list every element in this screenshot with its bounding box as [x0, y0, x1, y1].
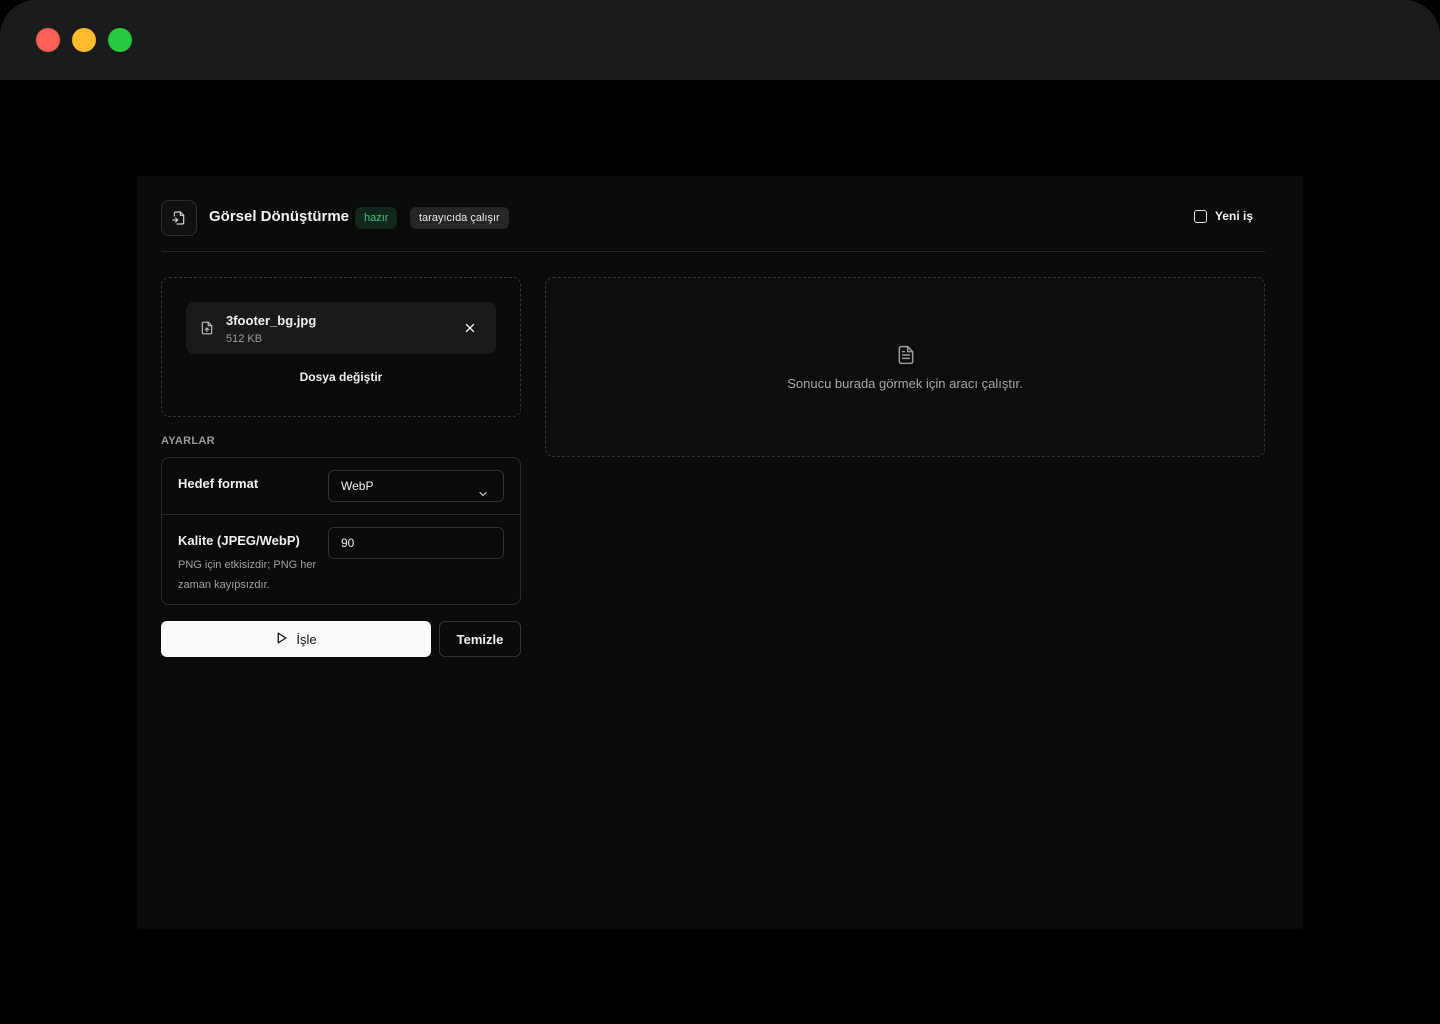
quality-hint: PNG için etkisizdir; PNG her zaman kayıp…	[178, 559, 317, 591]
runtime-badge: tarayıcıda çalışır	[410, 207, 509, 229]
app-window: Görsel Dönüştürme hazır tarayıcıda çalış…	[0, 0, 1440, 1024]
format-select-value: WebP	[341, 479, 374, 493]
settings-card: Hedef format WebP Kalite (JPEG/WebP) PNG…	[161, 457, 521, 605]
format-row: Hedef format WebP	[162, 458, 520, 515]
format-label: Hedef format	[178, 476, 259, 491]
document-icon	[896, 343, 916, 372]
status-badge: hazır	[355, 207, 398, 229]
clear-button[interactable]: Temizle	[439, 621, 521, 657]
quality-label: Kalite (JPEG/WebP)	[178, 533, 300, 548]
new-job-checkbox[interactable]	[1193, 209, 1207, 223]
page-title: Görsel Dönüştürme	[209, 208, 350, 225]
file-dropzone[interactable]: 3footer_bg.jpg 512 KB Dosya değiştir	[161, 277, 521, 417]
selected-file-card: 3footer_bg.jpg 512 KB	[186, 302, 496, 354]
result-area: Sonucu burada görmek için aracı çalıştır…	[545, 277, 1265, 457]
file-convert-icon	[161, 200, 197, 236]
chevron-down-icon	[477, 481, 489, 511]
run-button-label: İşle	[296, 631, 317, 647]
minimize-window-button[interactable]	[72, 28, 96, 52]
result-placeholder: Sonucu burada görmek için aracı çalıştır…	[787, 376, 1023, 391]
remove-file-icon[interactable]	[462, 320, 478, 336]
new-job-label: Yeni iş	[1214, 209, 1253, 223]
file-size: 512 KB	[226, 333, 263, 345]
close-window-button[interactable]	[36, 28, 60, 52]
settings-section-label: AYARLAR	[161, 435, 215, 447]
format-select[interactable]: WebP	[328, 470, 504, 502]
run-button[interactable]: İşle	[161, 621, 431, 657]
quality-row: Kalite (JPEG/WebP) PNG için etkisizdir; …	[162, 515, 520, 605]
maximize-window-button[interactable]	[108, 28, 132, 52]
tool-panel: Görsel Dönüştürme hazır tarayıcıda çalış…	[137, 176, 1303, 929]
change-file-button[interactable]: Dosya değiştir	[162, 370, 520, 384]
file-upload-icon	[200, 320, 214, 341]
title-bar	[0, 0, 1440, 80]
tool-header: Görsel Dönüştürme hazır tarayıcıda çalış…	[161, 200, 1265, 252]
play-icon	[275, 631, 288, 648]
file-name: 3footer_bg.jpg	[226, 313, 317, 328]
new-job-toggle[interactable]: Yeni iş	[1193, 209, 1253, 223]
quality-input[interactable]	[328, 527, 504, 559]
